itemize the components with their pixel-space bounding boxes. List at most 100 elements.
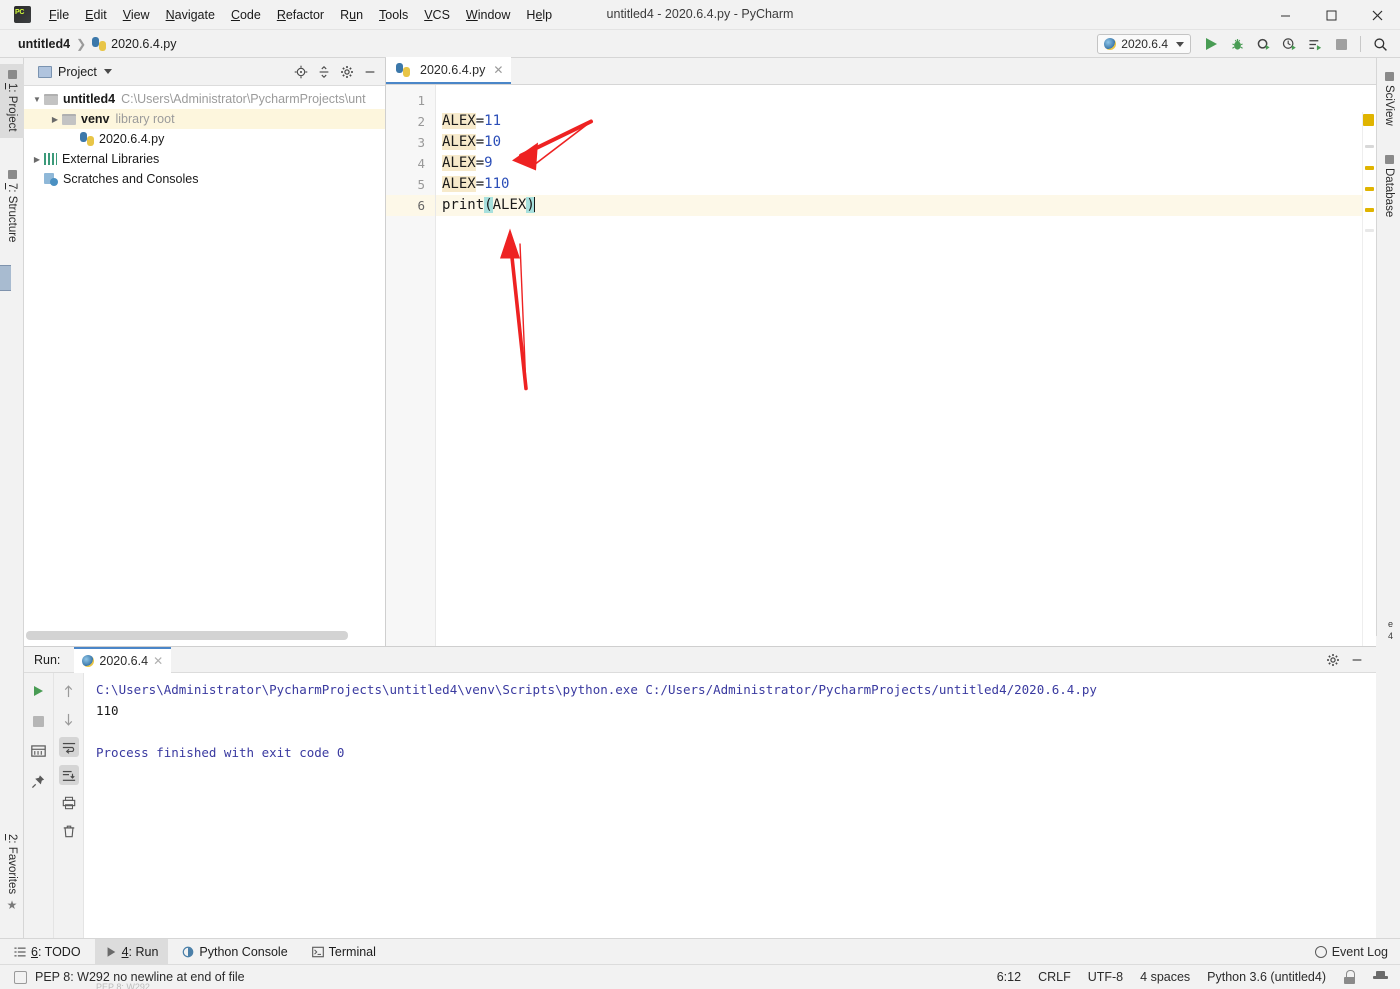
run-console-output[interactable]: C:\Users\Administrator\PycharmProjects\u… bbox=[84, 673, 1376, 939]
editor-tab-2020-6-4-py[interactable]: 2020.6.4.py ✕ bbox=[386, 57, 512, 84]
minimize-button[interactable] bbox=[1262, 0, 1308, 30]
code-line-2[interactable]: ALEX=11 bbox=[436, 111, 1376, 132]
project-horizontal-scrollbar[interactable] bbox=[24, 631, 380, 640]
debug-button[interactable] bbox=[1225, 32, 1249, 56]
bottom-tab-python-console[interactable]: Python Console bbox=[172, 939, 297, 965]
menu-item-edit[interactable]: Edit bbox=[77, 4, 115, 26]
right-tool-tab-database[interactable]: Database bbox=[1377, 149, 1400, 223]
power-save-hat-icon[interactable] bbox=[1373, 970, 1388, 984]
code-token: ALEX bbox=[492, 197, 527, 213]
menu-item-view[interactable]: View bbox=[115, 4, 158, 26]
menu-item-navigate[interactable]: Navigate bbox=[158, 4, 223, 26]
code-line-5[interactable]: ALEX=110 bbox=[436, 174, 1376, 195]
code-content[interactable]: ALEX=11 ALEX=10 ALEX=9 ALEX=110 print(ALEX) bbox=[436, 85, 1376, 646]
settings-gear-icon[interactable] bbox=[1322, 649, 1344, 671]
close-icon[interactable]: ✕ bbox=[153, 654, 163, 668]
print-icon[interactable] bbox=[59, 793, 79, 813]
run-config-python-icon bbox=[82, 654, 95, 667]
code-editor[interactable]: 123456 ALEX=11 ALEX=10 ALEX=9 ALEX=110 print… bbox=[386, 85, 1376, 673]
editor-marker-1[interactable] bbox=[1365, 145, 1374, 148]
run-button[interactable] bbox=[1199, 32, 1223, 56]
scrollbar-thumb[interactable] bbox=[26, 631, 348, 640]
settings-gear-icon[interactable] bbox=[336, 61, 358, 83]
editor-marker-4[interactable] bbox=[1365, 208, 1374, 212]
tree-node-venv[interactable]: ▶ venv library root bbox=[24, 109, 385, 129]
console-toggle-icon[interactable] bbox=[29, 741, 49, 761]
close-icon[interactable]: ✕ bbox=[493, 63, 503, 77]
stop-button[interactable] bbox=[1329, 32, 1353, 56]
scroll-from-source-icon[interactable] bbox=[290, 61, 312, 83]
tree-node-untitled4[interactable]: ▼ untitled4 C:\Users\Administrator\Pycharm… bbox=[24, 89, 385, 109]
left-tool-tab-1-project[interactable]: 1: Project bbox=[0, 64, 24, 138]
maximize-button[interactable] bbox=[1308, 0, 1354, 30]
left-tool-tab-7-structure[interactable]: 7: Structure bbox=[0, 164, 24, 248]
pin-icon[interactable] bbox=[29, 771, 49, 791]
indent-setting[interactable]: 4 spaces bbox=[1140, 970, 1190, 984]
project-panel-toolbar bbox=[290, 61, 381, 83]
search-everywhere-button[interactable] bbox=[1368, 32, 1392, 56]
python-interpreter[interactable]: Python 3.6 (untitled4) bbox=[1207, 970, 1326, 984]
tree-node-2020-6-4-py[interactable]: 2020.6.4.py bbox=[24, 129, 385, 149]
trash-icon[interactable] bbox=[59, 821, 79, 841]
line-separator[interactable]: CRLF bbox=[1038, 970, 1071, 984]
code-token: = bbox=[475, 113, 485, 129]
project-tool-window: Project ▼ untitled4 C:\Users\Administrator… bbox=[24, 58, 386, 646]
breadcrumb-project[interactable]: untitled4 bbox=[18, 37, 70, 51]
soft-wrap-icon[interactable] bbox=[58, 737, 79, 757]
breadcrumb-separator-icon: ❯ bbox=[76, 36, 87, 51]
editor-marker-2[interactable] bbox=[1365, 166, 1374, 170]
pycharm-logo-icon bbox=[14, 6, 31, 23]
run-with-coverage-button[interactable] bbox=[1251, 32, 1275, 56]
code-line-4[interactable]: ALEX=9 bbox=[436, 153, 1376, 174]
chevron-right-icon[interactable]: ▶ bbox=[48, 115, 62, 124]
code-line-1[interactable] bbox=[436, 90, 1376, 111]
profile-button[interactable] bbox=[1277, 32, 1301, 56]
run-list-icon bbox=[1308, 39, 1321, 50]
breadcrumb-file[interactable]: 2020.6.4.py bbox=[111, 37, 176, 51]
chevron-right-icon[interactable]: ▶ bbox=[30, 155, 44, 164]
menu-item-run[interactable]: Run bbox=[332, 4, 371, 26]
file-encoding[interactable]: UTF-8 bbox=[1088, 970, 1123, 984]
chevron-down-icon[interactable]: ▼ bbox=[30, 95, 44, 104]
menu-item-window[interactable]: Window bbox=[458, 4, 518, 26]
number-token: 110 bbox=[484, 176, 510, 192]
menu-item-code[interactable]: Code bbox=[223, 4, 269, 26]
editor-marker-0[interactable] bbox=[1363, 114, 1374, 126]
event-log-button[interactable]: Event Log bbox=[1314, 945, 1400, 959]
down-arrow-icon[interactable] bbox=[59, 709, 79, 729]
run-config-label: 2020.6.4 bbox=[1121, 37, 1168, 51]
run-anything-button[interactable] bbox=[1303, 32, 1327, 56]
bottom-tab-4-run[interactable]: 4: Run bbox=[94, 938, 169, 965]
editor-marker-3[interactable] bbox=[1365, 187, 1374, 191]
menu-item-file[interactable]: File bbox=[41, 4, 77, 26]
lock-icon[interactable] bbox=[1343, 970, 1356, 984]
tree-node-external-libraries[interactable]: ▶ External Libraries bbox=[24, 149, 385, 169]
collapse-all-icon[interactable] bbox=[313, 61, 335, 83]
project-view-chevron-down-icon[interactable] bbox=[103, 69, 112, 74]
hide-panel-icon[interactable] bbox=[359, 61, 381, 83]
code-line-3[interactable]: ALEX=10 bbox=[436, 132, 1376, 153]
left-tool-tab-2-favorites[interactable]: 2: Favorites ★ bbox=[0, 828, 24, 918]
close-button[interactable] bbox=[1354, 0, 1400, 30]
hide-panel-icon[interactable] bbox=[1346, 649, 1368, 671]
caret-position[interactable]: 6:12 bbox=[997, 970, 1021, 984]
rerun-icon[interactable] bbox=[29, 681, 49, 701]
right-tool-tab-sciview[interactable]: SciView bbox=[1377, 66, 1400, 132]
menu-item-refactor[interactable]: Refactor bbox=[269, 4, 332, 26]
menu-item-tools[interactable]: Tools bbox=[371, 4, 416, 26]
bottom-tab-terminal[interactable]: Terminal bbox=[302, 939, 386, 965]
bottom-tab-6-todo[interactable]: 6: TODO bbox=[4, 939, 91, 965]
editor-marker-5[interactable] bbox=[1365, 229, 1374, 232]
run-configuration-selector[interactable]: 2020.6.4 bbox=[1097, 34, 1191, 54]
code-line-6[interactable]: print(ALEX) bbox=[436, 195, 1376, 216]
run-session-tab[interactable]: 2020.6.4 ✕ bbox=[74, 646, 172, 673]
code-token: = bbox=[475, 176, 485, 192]
menu-item-vcs[interactable]: VCS bbox=[416, 4, 458, 26]
menu-item-help[interactable]: Help bbox=[518, 4, 560, 26]
up-arrow-icon[interactable] bbox=[59, 681, 79, 701]
tree-node-scratches-and-consoles[interactable]: Scratches and Consoles bbox=[24, 169, 385, 189]
error-marker-strip[interactable] bbox=[1362, 112, 1376, 673]
window-controls bbox=[1262, 0, 1400, 30]
scroll-to-end-icon[interactable] bbox=[58, 765, 79, 785]
stop-icon[interactable] bbox=[29, 711, 49, 731]
